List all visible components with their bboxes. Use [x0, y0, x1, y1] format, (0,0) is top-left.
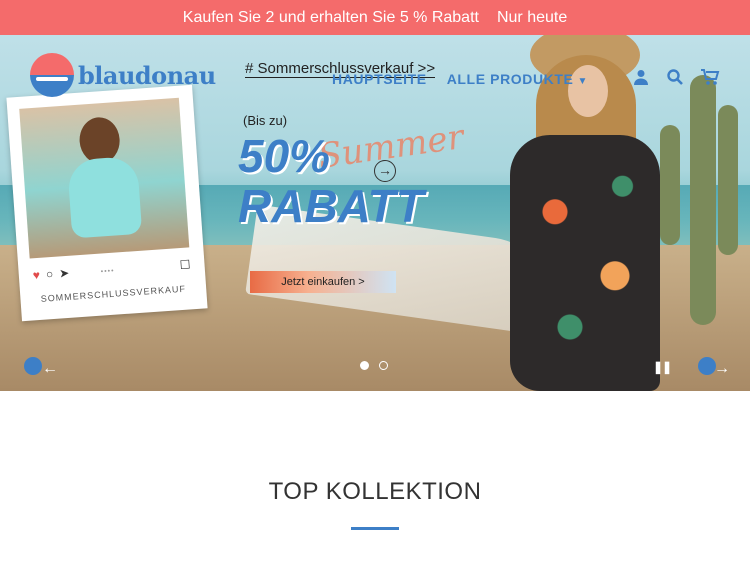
nav-item-label: ALLE PRODUKTE — [446, 71, 574, 87]
hero-prefix: (Bis zu) — [243, 113, 288, 128]
shop-now-button[interactable]: Jetzt einkaufen > — [250, 271, 396, 293]
nav-item-all-products[interactable]: ALLE PRODUKTE ▼ — [447, 71, 588, 87]
nav-item-home[interactable]: HAUPTSEITE — [332, 71, 427, 87]
polaroid-photo — [19, 97, 190, 259]
arrow-left-icon: ← — [42, 360, 58, 377]
polaroid-pager-dots: •••• — [100, 267, 115, 276]
bookmark-icon: ☐ — [179, 257, 191, 273]
polaroid-card: ♥ ○ ➤ •••• ☐ SOMMERSCHLUSSVERKAUF — [6, 84, 208, 322]
header-icons — [632, 68, 720, 86]
slide-dot-1[interactable] — [360, 361, 369, 370]
search-icon[interactable] — [666, 68, 684, 86]
hero-model-image — [470, 35, 700, 391]
arrow-right-circle-icon: → — [374, 160, 396, 182]
slide-indicators — [360, 361, 388, 370]
arrow-right-icon: → — [714, 360, 730, 377]
heart-icon: ♥ — [32, 267, 41, 283]
announcement-bar: Kaufen Sie 2 und erhalten Sie 5 % Rabatt… — [0, 0, 750, 35]
hero-headline-rabatt: RABATT — [238, 180, 424, 232]
chevron-down-icon: ▼ — [577, 76, 588, 87]
user-icon[interactable] — [632, 68, 650, 86]
send-icon: ➤ — [58, 265, 70, 281]
polaroid-icons: ♥ ○ ➤ — [32, 266, 69, 283]
hero-headline-percent: 50% — [238, 130, 331, 182]
announcement-text: Kaufen Sie 2 und erhalten Sie 5 % Rabatt — [182, 8, 479, 26]
slide-prev-button[interactable] — [24, 357, 42, 375]
announcement-highlight: Nur heute — [496, 8, 568, 26]
photo-swimsuit — [66, 155, 143, 239]
site-logo[interactable]: blaudonau — [30, 53, 216, 97]
slide-dot-2[interactable] — [379, 361, 388, 370]
floral-dress — [510, 135, 660, 391]
pause-icon[interactable]: ❚❚ — [653, 360, 672, 374]
section-title: TOP KOLLEKTION — [268, 478, 482, 505]
comment-icon: ○ — [45, 266, 54, 282]
hero-slideshow: ♥ ○ ➤ •••• ☐ SOMMERSCHLUSSVERKAUF blaudo… — [0, 35, 750, 391]
cart-icon[interactable] — [700, 68, 720, 86]
title-underline — [351, 527, 399, 530]
logo-mark-icon — [30, 53, 74, 97]
cactus-decoration — [718, 105, 738, 255]
polaroid-caption: SOMMERSCHLUSSVERKAUF — [40, 283, 187, 304]
main-nav: HAUPTSEITE ALLE PRODUKTE ▼ — [332, 71, 588, 87]
logo-text: blaudonau — [78, 60, 216, 90]
